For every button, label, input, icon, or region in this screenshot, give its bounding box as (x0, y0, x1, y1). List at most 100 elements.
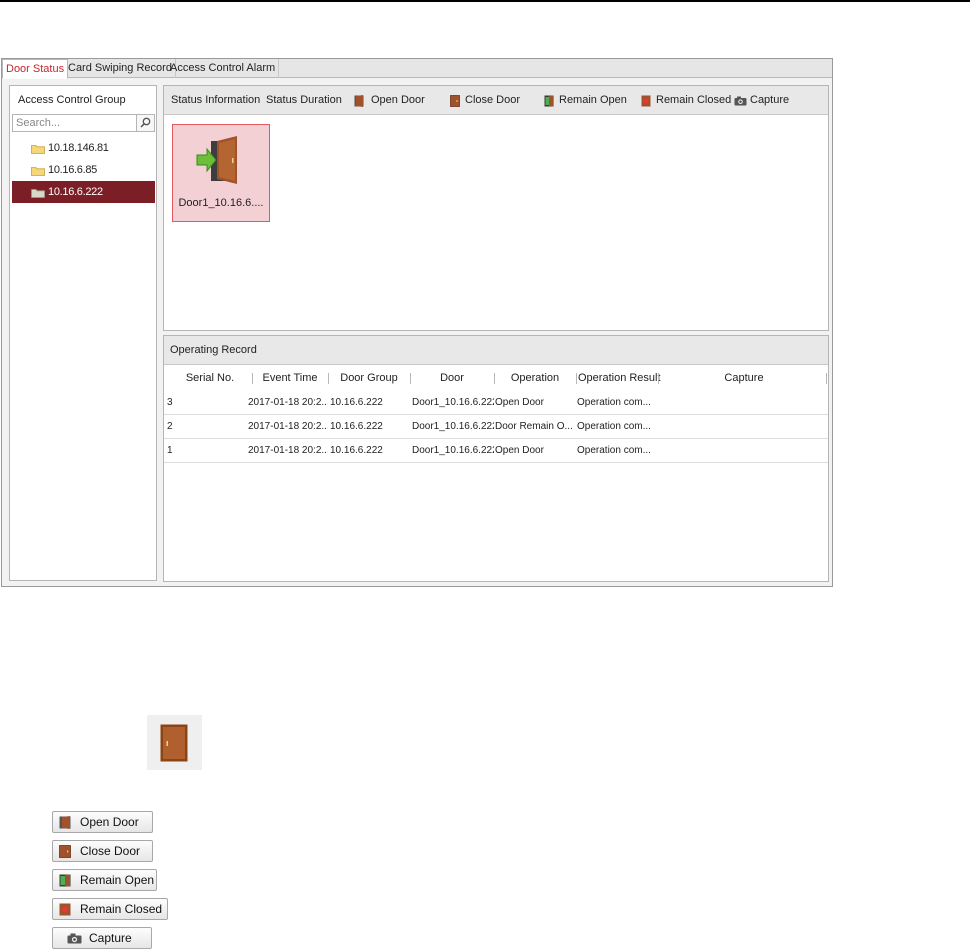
cell-serial-no: 3 (167, 397, 173, 408)
tree-item-10-18-146-81[interactable]: 10.18.146.81 (12, 137, 155, 159)
folder-icon (31, 167, 45, 176)
legend-remain-open-button[interactable]: Remain Open (52, 869, 157, 891)
tree-item-10-16-6-85[interactable]: 10.16.6.85 (12, 159, 155, 181)
cell-capture (660, 392, 826, 414)
tree-item-10-16-6-222[interactable]: 10.16.6.222 (12, 181, 155, 203)
door-card-label: Door1_10.16.6.... (178, 197, 264, 209)
column-header-door-group[interactable]: Door Group (330, 370, 408, 386)
remain-open-button[interactable]: Remain Open (544, 86, 627, 115)
tab-door-status[interactable]: Door Status (2, 59, 69, 79)
door-closed-illustration (147, 715, 202, 770)
table-row[interactable]: 3 2017-01-18 20:2... 10.16.6.222 Door1_1… (164, 392, 828, 415)
door-closed-icon (59, 845, 71, 858)
camera-icon (734, 96, 747, 106)
search-button[interactable] (136, 115, 154, 131)
column-divider (328, 373, 329, 384)
access-control-window: Door Status Card Swiping Record Access C… (1, 58, 833, 587)
tree-item-label: 10.16.6.85 (48, 164, 97, 176)
cell-capture (660, 416, 826, 438)
close-door-button[interactable]: Close Door (450, 86, 520, 115)
remain-open-label: Remain Open (559, 94, 627, 106)
access-control-group-panel: Access Control Group 10.18.146.81 10.16.… (9, 85, 157, 581)
door-open-icon (59, 816, 71, 829)
cell-event-time: 2017-01-18 20:2... (248, 397, 328, 408)
door-closed-icon (160, 724, 188, 762)
remain-closed-label: Remain Closed (656, 94, 732, 106)
access-control-group-title: Access Control Group (18, 94, 126, 106)
legend-close-door-button[interactable]: Close Door (52, 840, 153, 862)
cell-door: Door1_10.16.6.222 (412, 421, 494, 432)
cell-door: Door1_10.16.6.222 (412, 445, 494, 456)
open-door-button[interactable]: Open Door (354, 86, 425, 115)
cell-operation-result: Operation com... (577, 445, 651, 456)
column-divider (826, 373, 827, 384)
column-divider (576, 373, 577, 384)
cell-event-time: 2017-01-18 20:2... (248, 445, 328, 456)
table-row[interactable]: 1 2017-01-18 20:2... 10.16.6.222 Door1_1… (164, 440, 828, 463)
tab-card-swiping-record[interactable]: Card Swiping Record (65, 59, 176, 78)
legend-remain-closed-button[interactable]: Remain Closed (52, 898, 168, 920)
folder-icon (31, 145, 45, 154)
cell-operation-result: Operation com... (577, 421, 651, 432)
open-door-label: Open Door (371, 94, 425, 106)
legend-capture-button[interactable]: Capture (52, 927, 152, 949)
folder-icon (31, 189, 45, 198)
remain-closed-icon (641, 95, 651, 107)
operating-record-panel: Operating Record Serial No. Event Time D… (163, 335, 829, 582)
tab-access-control-alarm[interactable]: Access Control Alarm (167, 59, 280, 78)
cell-event-time: 2017-01-18 20:2... (248, 421, 328, 432)
column-divider (494, 373, 495, 384)
legend-open-door-label: Open Door (80, 815, 139, 829)
cell-capture (660, 440, 826, 462)
search-icon (140, 117, 151, 128)
legend-capture-label: Capture (89, 931, 132, 945)
door-open-icon (196, 136, 237, 184)
door-status-panel: Status Information Status Duration Open … (163, 85, 829, 331)
cell-door-group: 10.16.6.222 (330, 421, 383, 432)
column-divider (658, 373, 659, 384)
door-closed-icon (450, 95, 460, 107)
search-box (12, 114, 155, 132)
page-top-rule (0, 0, 970, 2)
legend-open-door-button[interactable]: Open Door (52, 811, 153, 833)
column-header-door[interactable]: Door (412, 370, 492, 386)
cell-serial-no: 1 (167, 445, 173, 456)
tree-item-label: 10.18.146.81 (48, 142, 109, 154)
status-information-button[interactable]: Status Information (171, 86, 260, 115)
column-header-serial-no[interactable]: Serial No. (170, 370, 250, 386)
table-row[interactable]: 2 2017-01-18 20:2... 10.16.6.222 Door1_1… (164, 416, 828, 439)
camera-icon (67, 933, 82, 944)
cell-operation: Door Remain O... (495, 421, 573, 432)
capture-label: Capture (750, 94, 790, 106)
cell-door: Door1_10.16.6.222 (412, 397, 494, 408)
cell-operation: Open Door (495, 445, 544, 456)
column-divider (252, 373, 253, 384)
operating-record-title: Operating Record (164, 336, 828, 365)
door-open-icon (354, 95, 364, 107)
column-header-operation-result[interactable]: Operation Result (578, 370, 661, 386)
column-header-event-time[interactable]: Event Time (254, 370, 326, 386)
remain-closed-icon (59, 903, 71, 916)
remain-open-icon (59, 874, 71, 887)
capture-button[interactable]: Capture (734, 86, 794, 115)
column-header-capture[interactable]: Capture (660, 370, 828, 386)
remain-open-icon (544, 95, 554, 107)
tree-item-label: 10.16.6.222 (48, 186, 103, 198)
remain-closed-button[interactable]: Remain Closed (641, 86, 731, 115)
search-input[interactable] (13, 115, 137, 131)
door-card[interactable]: Door1_10.16.6.... (172, 124, 270, 222)
tab-bar: Door Status Card Swiping Record Access C… (2, 59, 832, 79)
cell-serial-no: 2 (167, 421, 173, 432)
legend-remain-open-label: Remain Open (80, 873, 155, 887)
status-duration-button[interactable]: Status Duration (266, 86, 342, 115)
legend-remain-closed-label: Remain Closed (80, 902, 163, 916)
close-door-label: Close Door (465, 94, 521, 106)
column-header-operation[interactable]: Operation (496, 370, 574, 386)
cell-door-group: 10.16.6.222 (330, 397, 383, 408)
cell-door-group: 10.16.6.222 (330, 445, 383, 456)
door-toolbar: Status Information Status Duration Open … (164, 86, 828, 115)
cell-operation-result: Operation com... (577, 397, 651, 408)
cell-operation: Open Door (495, 397, 544, 408)
column-divider (410, 373, 411, 384)
legend-close-door-label: Close Door (80, 844, 141, 858)
